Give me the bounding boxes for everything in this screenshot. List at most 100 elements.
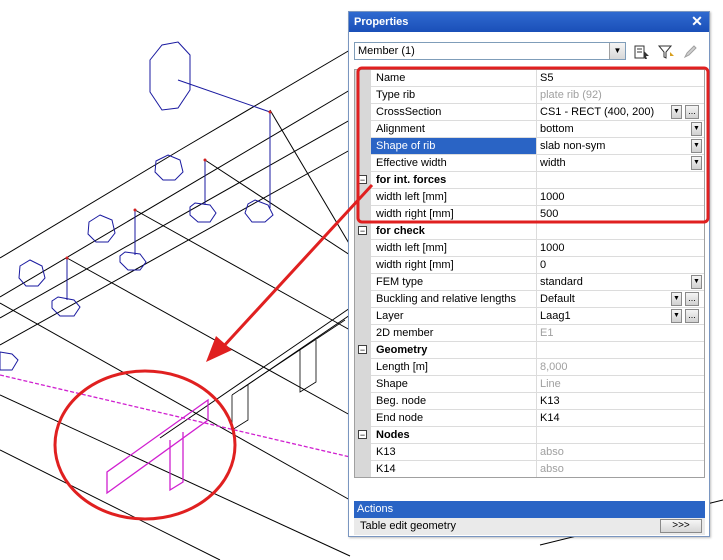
property-row[interactable]: End node K14	[355, 410, 704, 427]
row-gutter	[355, 274, 371, 291]
property-row[interactable]: Effective width width ▼	[355, 155, 704, 172]
property-value[interactable]: K13	[537, 393, 704, 410]
close-icon[interactable]: ✕	[689, 13, 705, 29]
collapse-icon[interactable]: −	[358, 175, 367, 185]
property-value[interactable]: standard	[537, 274, 704, 291]
property-value: abso	[537, 444, 704, 461]
property-value[interactable]: K14	[537, 410, 704, 427]
property-value[interactable]: slab non-sym	[537, 138, 704, 155]
collapse-icon[interactable]: −	[358, 430, 367, 440]
collapse-icon[interactable]: −	[358, 345, 367, 355]
property-row[interactable]: Shape Line	[355, 376, 704, 393]
property-value[interactable]: 500	[537, 206, 704, 223]
property-row[interactable]: width left [mm] 1000	[355, 240, 704, 257]
property-row[interactable]: Length [m] 8,000	[355, 359, 704, 376]
group-label: for int. forces	[371, 172, 537, 189]
property-label: width right [mm]	[371, 257, 537, 274]
chevron-down-icon[interactable]: ▼	[671, 309, 682, 323]
property-value	[537, 223, 704, 240]
row-gutter: −	[355, 342, 371, 359]
row-gutter: −	[355, 427, 371, 444]
property-label: FEM type	[371, 274, 537, 291]
support-columns	[0, 41, 274, 371]
property-grid: Name S5 Type rib plate rib (92) CrossSection…	[354, 69, 705, 478]
ellipsis-button[interactable]: ...	[685, 292, 699, 306]
chevron-down-icon[interactable]: ▼	[691, 139, 702, 153]
properties-panel: Properties ✕ Member (1) ▼ Name S5 Type rib…	[348, 11, 710, 537]
property-value[interactable]: S5	[537, 70, 704, 87]
row-gutter	[355, 410, 371, 427]
member-dropdown[interactable]: Member (1) ▼	[354, 42, 626, 60]
property-value[interactable]: 1000	[537, 189, 704, 206]
actions-header: Actions	[354, 501, 705, 518]
property-group-row[interactable]: − for check	[355, 223, 704, 240]
property-row[interactable]: Beg. node K13	[355, 393, 704, 410]
support-ticks	[65, 110, 272, 260]
property-label: Length [m]	[371, 359, 537, 376]
row-gutter	[355, 240, 371, 257]
property-row[interactable]: Shape of rib slab non-sym ▼	[355, 138, 704, 155]
property-group-row[interactable]: − Nodes	[355, 427, 704, 444]
property-value[interactable]: bottom	[537, 121, 704, 138]
property-row[interactable]: width left [mm] 1000	[355, 189, 704, 206]
property-label: End node	[371, 410, 537, 427]
member-dropdown-value: Member (1)	[358, 45, 415, 57]
chevron-down-icon[interactable]: ▼	[671, 105, 682, 119]
chevron-down-icon[interactable]: ▼	[691, 156, 702, 170]
property-label: CrossSection	[371, 104, 537, 121]
property-value	[537, 342, 704, 359]
filter-icon[interactable]	[657, 43, 675, 61]
property-value: E1	[537, 325, 704, 342]
row-gutter	[355, 444, 371, 461]
collapse-icon[interactable]: −	[358, 226, 367, 236]
property-row[interactable]: K14 abso	[355, 461, 704, 477]
property-label: width left [mm]	[371, 189, 537, 206]
action-item-label: Table edit geometry	[360, 520, 456, 532]
property-group-row[interactable]: − for int. forces	[355, 172, 704, 189]
property-value[interactable]: 0	[537, 257, 704, 274]
property-row[interactable]: width right [mm] 500	[355, 206, 704, 223]
property-value: 8,000	[537, 359, 704, 376]
actions-header-label: Actions	[357, 503, 394, 515]
property-value[interactable]: width	[537, 155, 704, 172]
row-gutter	[355, 359, 371, 376]
property-row[interactable]: width right [mm] 0	[355, 257, 704, 274]
property-label: K13	[371, 444, 537, 461]
edit-pencil-icon[interactable]	[681, 43, 699, 61]
row-gutter	[355, 461, 371, 477]
row-gutter	[355, 87, 371, 104]
table-edit-geometry-button[interactable]: >>>	[660, 519, 702, 533]
property-row[interactable]: Buckling and relative lengths Default ▼...	[355, 291, 704, 308]
row-gutter	[355, 393, 371, 410]
property-row[interactable]: CrossSection CS1 - RECT (400, 200) ▼...	[355, 104, 704, 121]
property-row[interactable]: K13 abso	[355, 444, 704, 461]
property-label: Alignment	[371, 121, 537, 138]
property-row[interactable]: 2D member E1	[355, 325, 704, 342]
property-label: 2D member	[371, 325, 537, 342]
property-label: Type rib	[371, 87, 537, 104]
property-label: Effective width	[371, 155, 537, 172]
chevron-down-icon[interactable]: ▼	[671, 292, 682, 306]
property-label: Shape	[371, 376, 537, 393]
property-value: Line	[537, 376, 704, 393]
property-label: width left [mm]	[371, 240, 537, 257]
property-value: abso	[537, 461, 704, 477]
row-gutter	[355, 206, 371, 223]
ellipsis-button[interactable]: ...	[685, 309, 699, 323]
panel-title: Properties	[354, 16, 409, 28]
row-gutter	[355, 291, 371, 308]
property-row[interactable]: Layer Laag1 ▼...	[355, 308, 704, 325]
property-row[interactable]: Alignment bottom ▼	[355, 121, 704, 138]
chevron-down-icon[interactable]: ▼	[691, 122, 702, 136]
chevron-down-icon[interactable]: ▼	[609, 43, 625, 59]
row-gutter	[355, 138, 371, 155]
property-row[interactable]: Name S5	[355, 70, 704, 87]
property-row[interactable]: FEM type standard ▼	[355, 274, 704, 291]
chevron-down-icon[interactable]: ▼	[691, 275, 702, 289]
action-item-table-edit: Table edit geometry >>>	[354, 518, 705, 535]
select-elements-icon[interactable]	[633, 43, 651, 61]
ellipsis-button[interactable]: ...	[685, 105, 699, 119]
property-row[interactable]: Type rib plate rib (92)	[355, 87, 704, 104]
property-group-row[interactable]: − Geometry	[355, 342, 704, 359]
property-value[interactable]: 1000	[537, 240, 704, 257]
